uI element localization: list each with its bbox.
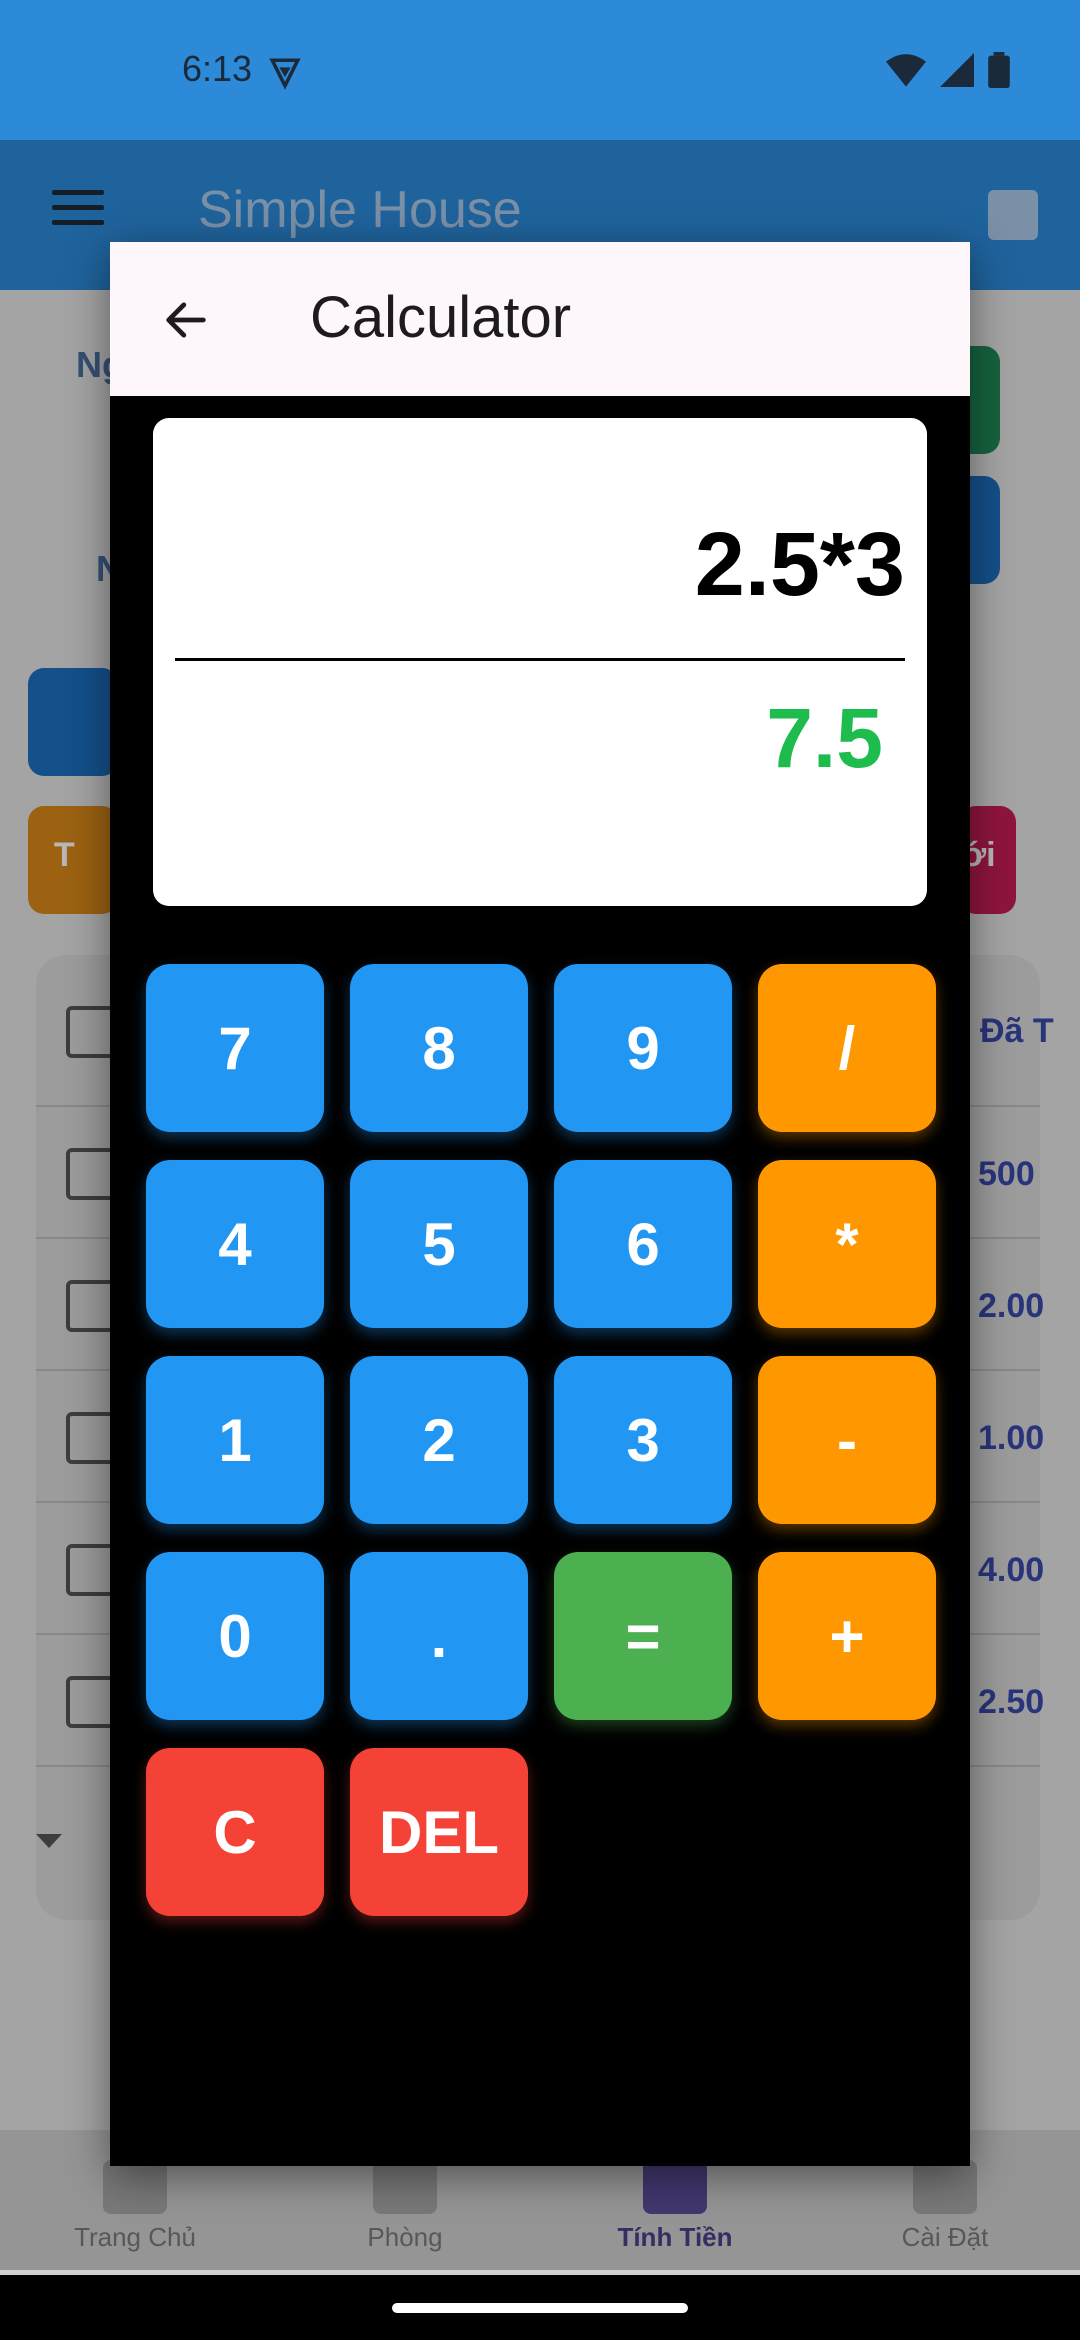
result-text: 7.5 [766,691,883,785]
expression-text: 2.5*3 [694,515,905,615]
wifi-icon [886,54,926,87]
gesture-handle[interactable] [392,2303,688,2313]
key-8[interactable]: 8 [350,964,528,1132]
key-equals[interactable]: = [554,1552,732,1720]
key-3[interactable]: 3 [554,1356,732,1524]
key-1[interactable]: 1 [146,1356,324,1524]
key-4[interactable]: 4 [146,1160,324,1328]
key-add[interactable]: + [758,1552,936,1720]
key-9[interactable]: 9 [554,964,732,1132]
vpn-icon [269,58,301,90]
key-5[interactable]: 5 [350,1160,528,1328]
key-6[interactable]: 6 [554,1160,732,1328]
dialog-header: Calculator [110,242,970,396]
key-2[interactable]: 2 [350,1356,528,1524]
status-time: 6:13 [182,48,253,89]
key-delete[interactable]: DEL [350,1748,528,1916]
status-icons [886,52,1010,88]
key-subtract[interactable]: - [758,1356,936,1524]
key-0[interactable]: 0 [146,1552,324,1720]
signal-icon [940,53,974,87]
dialog-title: Calculator [310,285,572,350]
calculator-display: 2.5*3 7.5 [153,418,927,906]
key-clear[interactable]: C [146,1748,324,1916]
battery-icon [988,52,1010,88]
key-7[interactable]: 7 [146,964,324,1132]
calculator-dialog: Calculator 2.5*3 7.5 7 8 9 / 4 5 6 * 1 2… [110,242,970,2166]
key-divide[interactable]: / [758,964,936,1132]
key-decimal[interactable]: . [350,1552,528,1720]
back-arrow-icon[interactable] [160,294,212,346]
key-multiply[interactable]: * [758,1160,936,1328]
display-divider [175,658,905,661]
